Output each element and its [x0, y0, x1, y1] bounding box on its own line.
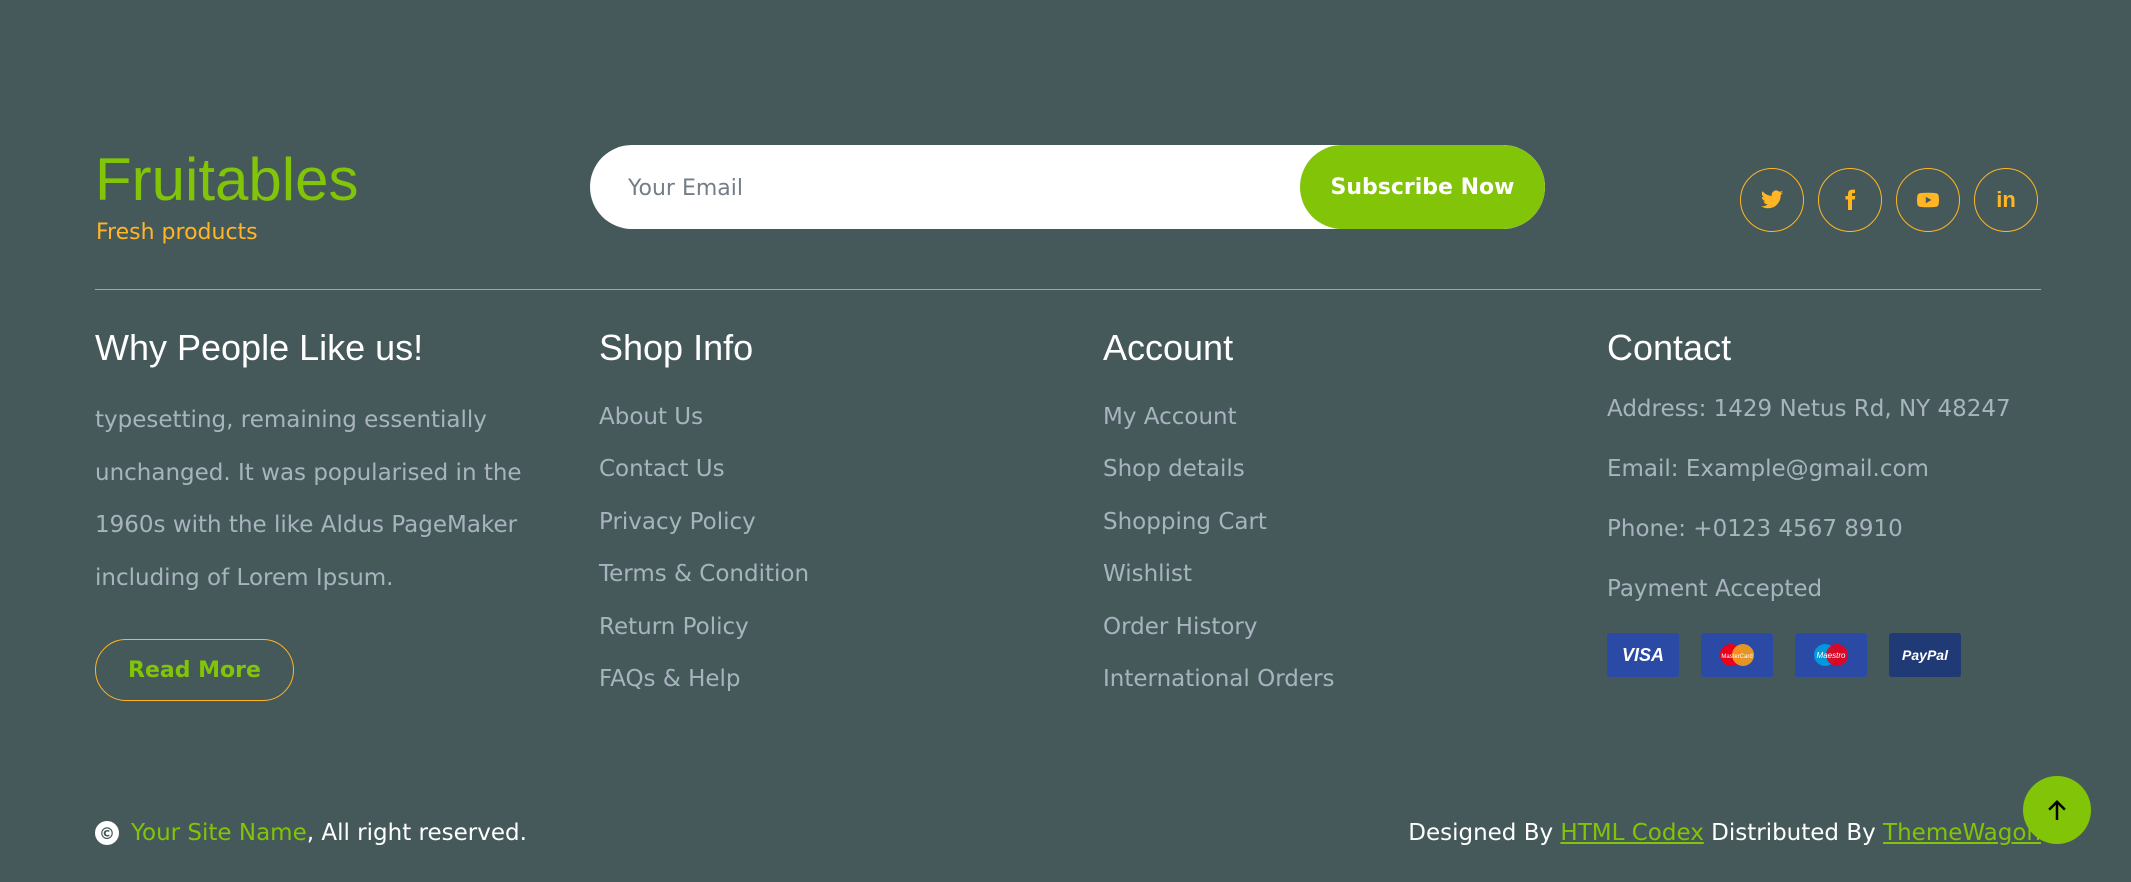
link-shopping-cart[interactable]: Shopping Cart: [1103, 509, 1267, 535]
back-to-top-button[interactable]: [2023, 776, 2091, 844]
copyright-icon: ©: [95, 821, 119, 845]
about-heading: Why People Like us!: [95, 327, 424, 368]
themewagon-link[interactable]: ThemeWagon: [1883, 820, 2041, 846]
shop-info-heading: Shop Info: [599, 327, 754, 368]
maestro-icon: Maestro: [1795, 633, 1867, 677]
link-about-us[interactable]: About Us: [599, 404, 703, 430]
youtube-icon[interactable]: [1896, 168, 1960, 232]
account-heading: Account: [1103, 327, 1234, 368]
link-privacy-policy[interactable]: Privacy Policy: [599, 509, 756, 535]
maestro-text: Maestro: [1817, 651, 1846, 660]
facebook-icon[interactable]: [1818, 168, 1882, 232]
link-my-account[interactable]: My Account: [1103, 404, 1237, 430]
about-text: typesetting, remaining essentially uncha…: [95, 407, 522, 591]
html-codex-link[interactable]: HTML Codex: [1560, 820, 1703, 846]
designed-by-text: Designed By: [1408, 820, 1561, 846]
distributed-by-text: Distributed By: [1703, 820, 1884, 846]
maestro-logo: Maestro: [1814, 644, 1848, 666]
mastercard-logo: MasterCard: [1720, 644, 1754, 666]
read-more-button[interactable]: Read More: [95, 639, 294, 701]
link-contact-us[interactable]: Contact Us: [599, 456, 725, 482]
link-order-history[interactable]: Order History: [1103, 614, 1258, 640]
site-name-link[interactable]: Your Site Name: [131, 820, 307, 846]
twitter-icon[interactable]: [1740, 168, 1804, 232]
subscribe-button[interactable]: Subscribe Now: [1300, 145, 1545, 229]
contact-phone: Phone: +0123 4567 8910: [1607, 516, 1903, 542]
mastercard-icon: MasterCard: [1701, 633, 1773, 677]
contact-address: Address: 1429 Netus Rd, NY 48247: [1607, 396, 2011, 422]
credits: Designed By HTML Codex Distributed By Th…: [1408, 820, 2041, 846]
link-shop-details[interactable]: Shop details: [1103, 456, 1245, 482]
email-input[interactable]: [626, 145, 1270, 229]
link-wishlist[interactable]: Wishlist: [1103, 561, 1192, 587]
divider: [95, 289, 2041, 290]
brand-subtitle: Fresh products: [96, 220, 258, 245]
link-faqs-help[interactable]: FAQs & Help: [599, 666, 741, 692]
paypal-icon: PayPal: [1889, 633, 1961, 677]
brand-title[interactable]: Fruitables: [95, 140, 358, 220]
link-international-orders[interactable]: International Orders: [1103, 666, 1334, 692]
rights-text: , All right reserved.: [306, 820, 527, 846]
payment-label: Payment Accepted: [1607, 576, 1823, 602]
link-return-policy[interactable]: Return Policy: [599, 614, 749, 640]
copyright: © Your Site Name, All right reserved.: [95, 820, 527, 846]
arrow-up-icon: [2048, 800, 2066, 820]
contact-heading: Contact: [1607, 327, 1732, 368]
link-terms-condition[interactable]: Terms & Condition: [599, 561, 809, 587]
mastercard-text: MasterCard: [1721, 654, 1752, 660]
contact-email: Email: Example@gmail.com: [1607, 456, 1929, 482]
newsletter-form: Subscribe Now: [590, 145, 1545, 229]
visa-card-icon: VISA: [1607, 633, 1679, 677]
linkedin-icon[interactable]: in: [1974, 168, 2038, 232]
